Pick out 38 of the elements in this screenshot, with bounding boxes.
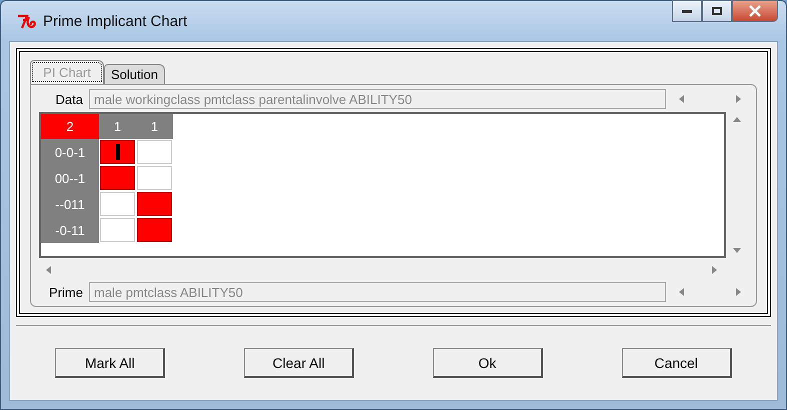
tab[interactable]: Solution <box>104 64 165 84</box>
dialog-button[interactable]: Clear All <box>244 348 354 378</box>
scroll-right-icon[interactable] <box>735 95 742 103</box>
column-header[interactable]: 1 <box>99 114 136 139</box>
scroll-left-icon[interactable] <box>45 266 52 274</box>
row-header: 0-0-1 <box>41 139 99 165</box>
close-icon <box>749 5 761 17</box>
dialog-button[interactable]: Mark All <box>55 348 166 378</box>
close-button[interactable] <box>732 0 778 22</box>
chart-cell[interactable] <box>137 218 172 242</box>
row-header: 00--1 <box>41 165 99 191</box>
row-header: --011 <box>41 191 99 217</box>
scroll-left-icon[interactable] <box>678 95 685 103</box>
dialog-button[interactable]: Ok <box>432 348 543 378</box>
window-title: Prime Implicant Chart <box>43 12 188 30</box>
maximize-button[interactable] <box>702 0 732 22</box>
column-header[interactable]: 1 <box>136 114 173 139</box>
dialog-button[interactable]: Cancel <box>622 348 732 378</box>
tab[interactable]: PI Chart <box>30 60 104 84</box>
scroll-right-icon[interactable] <box>735 288 742 296</box>
scroll-left-icon[interactable] <box>678 288 685 296</box>
chart-cell[interactable] <box>100 140 135 164</box>
app-logo-icon <box>17 13 37 29</box>
text-cursor-icon <box>116 144 120 160</box>
data-field[interactable]: male workingclass pmtclass parentalinvolve ABILITY50 <box>89 89 666 109</box>
scroll-up-icon[interactable] <box>733 116 741 123</box>
minimize-button[interactable] <box>672 0 702 22</box>
row-header: -0-11 <box>41 217 99 243</box>
field-label: Data <box>54 92 83 106</box>
field-label: Prime <box>48 284 83 300</box>
maximize-icon <box>712 7 722 15</box>
scroll-down-icon[interactable] <box>733 247 741 254</box>
scroll-right-icon[interactable] <box>711 266 718 274</box>
column-header[interactable]: 2 <box>41 114 99 139</box>
chart-cell[interactable] <box>137 192 172 216</box>
chart-cell[interactable] <box>100 166 135 190</box>
prime-field[interactable]: male pmtclass ABILITY50 <box>89 282 666 302</box>
minimize-icon <box>682 10 692 12</box>
